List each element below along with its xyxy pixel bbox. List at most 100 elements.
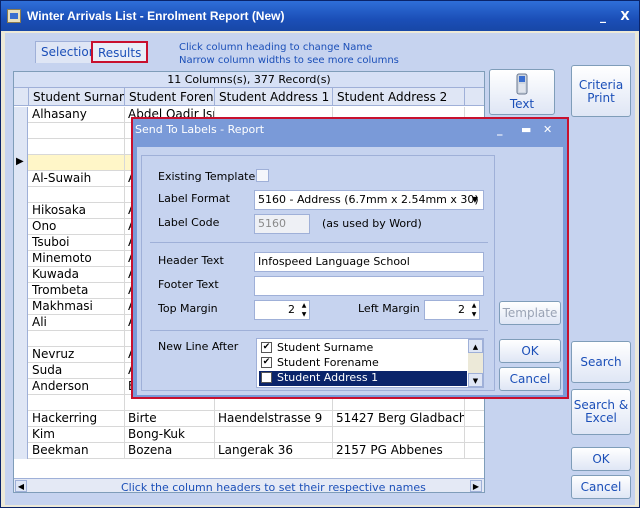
list-item[interactable]: ✔ Student Surname xyxy=(259,341,467,356)
table-cell[interactable]: Alhasany xyxy=(29,107,125,123)
row-selector[interactable] xyxy=(14,219,28,235)
row-selector[interactable] xyxy=(14,379,28,395)
row-selector[interactable] xyxy=(14,427,28,443)
column-header-surname[interactable]: Student Surname xyxy=(29,88,125,106)
table-row[interactable]: Hackerring Birte Haendelstrasse 9 51427 Ber… xyxy=(14,411,484,427)
title-bar[interactable]: Winter Arrivals List - Enrolment Report … xyxy=(1,1,639,31)
table-cell[interactable]: Tsuboi xyxy=(29,235,125,251)
top-margin-spinner-icon[interactable]: ▲ ▼ xyxy=(299,301,309,319)
checkbox-checked[interactable]: ✔ xyxy=(261,342,272,353)
table-cell[interactable]: 2157 PG Abbenes xyxy=(333,443,465,459)
row-selector[interactable] xyxy=(14,315,28,331)
table-cell[interactable]: Bozena xyxy=(125,443,215,459)
column-header-forename[interactable]: Student Forena xyxy=(125,88,215,106)
table-cell[interactable]: Langerak 36 xyxy=(215,443,333,459)
table-cell[interactable]: Haendelstrasse 9 xyxy=(215,411,333,427)
table-cell[interactable] xyxy=(29,139,125,155)
table-cell[interactable]: Ono xyxy=(29,219,125,235)
row-selector[interactable] xyxy=(14,347,28,363)
minimize-button[interactable]: _ xyxy=(595,9,611,23)
row-selector[interactable] xyxy=(14,171,28,187)
row-selector[interactable] xyxy=(14,187,28,203)
scroll-left-icon[interactable]: ◀ xyxy=(15,480,27,492)
row-selector[interactable] xyxy=(14,107,28,123)
table-cell[interactable]: Makhmasi xyxy=(29,299,125,315)
checkbox-unchecked[interactable] xyxy=(261,372,272,383)
table-cell[interactable]: Minemoto xyxy=(29,251,125,267)
checkbox-checked[interactable]: ✔ xyxy=(261,357,272,368)
table-cell[interactable] xyxy=(29,395,125,411)
search-excel-button[interactable]: Search & Excel xyxy=(571,389,631,435)
table-cell[interactable] xyxy=(29,331,125,347)
table-cell[interactable]: Hikosaka xyxy=(29,203,125,219)
table-cell[interactable]: Trombeta xyxy=(29,283,125,299)
criteria-print-button[interactable]: Criteria Print xyxy=(571,65,631,117)
table-cell[interactable] xyxy=(215,427,333,443)
scroll-up-icon[interactable]: ▲ xyxy=(468,339,483,353)
footer-text-input[interactable] xyxy=(254,276,484,296)
column-header-address2[interactable]: Student Address 2 xyxy=(333,88,465,106)
row-selector[interactable] xyxy=(14,123,28,139)
table-cell[interactable] xyxy=(333,427,465,443)
row-selector[interactable] xyxy=(14,443,28,459)
close-button[interactable]: X xyxy=(617,9,633,23)
row-selector[interactable] xyxy=(14,395,28,411)
table-cell[interactable]: Ali xyxy=(29,315,125,331)
dialog-maximize-icon[interactable]: ▬ xyxy=(521,123,531,136)
row-selector[interactable] xyxy=(14,139,28,155)
row-selector[interactable]: ▶ xyxy=(14,155,28,171)
ok-button[interactable]: OK xyxy=(571,447,631,471)
table-cell[interactable]: Kuwada xyxy=(29,267,125,283)
label-settings-panel: Existing Template Label Format 5160 - Ad… xyxy=(141,155,495,391)
list-item[interactable]: ✔ Student Forename xyxy=(259,356,467,371)
template-button[interactable]: Template xyxy=(499,301,561,325)
row-selector[interactable] xyxy=(14,251,28,267)
row-selector[interactable] xyxy=(14,363,28,379)
scroll-down-icon[interactable]: ▼ xyxy=(468,373,483,387)
top-margin-input[interactable]: 2 ▲ ▼ xyxy=(254,300,310,320)
table-cell[interactable]: Kim xyxy=(29,427,125,443)
table-cell[interactable]: Hackerring xyxy=(29,411,125,427)
dialog-cancel-button[interactable]: Cancel xyxy=(499,367,561,391)
table-cell[interactable]: Beekman xyxy=(29,443,125,459)
row-selector[interactable] xyxy=(14,331,28,347)
text-button[interactable]: Text xyxy=(489,69,555,115)
table-cell[interactable] xyxy=(29,187,125,203)
table-cell[interactable] xyxy=(29,155,125,171)
table-row[interactable]: Kim Bong-Kuk xyxy=(14,427,484,443)
dialog-close-icon[interactable]: ✕ xyxy=(543,123,552,136)
row-selector[interactable] xyxy=(14,203,28,219)
label-format-select[interactable]: 5160 - Address (6.7mm x 2.54mm x 30) ▼ xyxy=(254,190,484,210)
table-cell[interactable]: Al-Suwaih xyxy=(29,171,125,187)
left-margin-label: Left Margin xyxy=(358,302,420,315)
scroll-right-icon[interactable]: ▶ xyxy=(470,480,482,492)
table-cell[interactable] xyxy=(29,123,125,139)
table-row[interactable]: Beekman Bozena Langerak 36 2157 PG Abbenes xyxy=(14,443,484,459)
column-header-address1[interactable]: Student Address 1 xyxy=(215,88,333,106)
row-selector[interactable] xyxy=(14,283,28,299)
list-item[interactable]: Student Address 1 xyxy=(259,371,467,386)
header-text-input[interactable]: Infospeed Language School xyxy=(254,252,484,272)
tab-results[interactable]: Results xyxy=(91,41,149,63)
dialog-minimize-icon[interactable]: _ xyxy=(497,123,503,136)
row-selector[interactable] xyxy=(14,267,28,283)
list-scrollbar[interactable]: ▲ ▼ xyxy=(468,339,483,387)
left-margin-spinner-icon[interactable]: ▲ ▼ xyxy=(469,301,479,319)
table-cell[interactable]: 51427 Berg Gladbach xyxy=(333,411,465,427)
table-cell[interactable]: Birte xyxy=(125,411,215,427)
dialog-ok-button[interactable]: OK xyxy=(499,339,561,363)
table-cell[interactable]: Bong-Kuk xyxy=(125,427,215,443)
dropdown-arrow-icon[interactable]: ▼ xyxy=(467,191,483,209)
search-button[interactable]: Search xyxy=(571,341,631,383)
row-selector[interactable] xyxy=(14,235,28,251)
existing-template-checkbox[interactable] xyxy=(256,169,269,182)
left-margin-input[interactable]: 2 ▲ ▼ xyxy=(424,300,480,320)
cancel-button[interactable]: Cancel xyxy=(571,475,631,499)
row-selector[interactable] xyxy=(14,411,28,427)
header-text-label: Header Text xyxy=(158,254,224,267)
table-cell[interactable]: Suda xyxy=(29,363,125,379)
table-cell[interactable]: Nevruz xyxy=(29,347,125,363)
new-line-after-list[interactable]: ✔ Student Surname ✔ Student Forename Stu… xyxy=(256,338,484,388)
table-cell[interactable]: Anderson xyxy=(29,379,125,395)
row-selector[interactable] xyxy=(14,299,28,315)
